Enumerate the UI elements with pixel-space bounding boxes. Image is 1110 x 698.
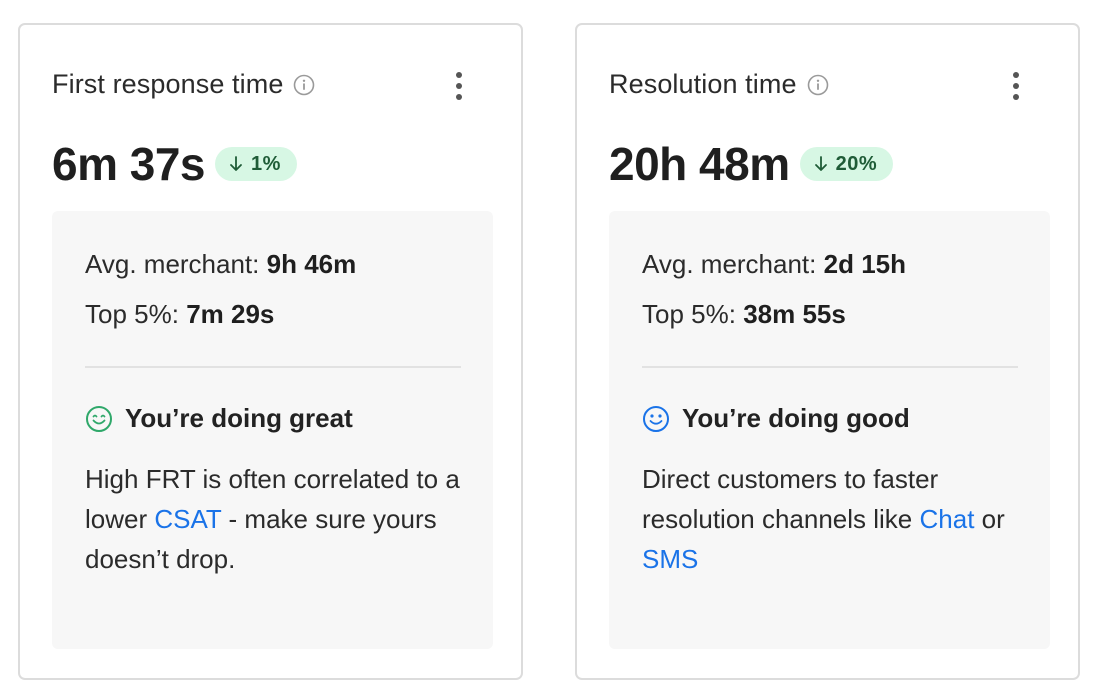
avg-merchant-label: Avg. merchant: xyxy=(85,249,260,279)
status-text: You’re doing great xyxy=(125,403,353,433)
top5-label: Top 5%: xyxy=(642,299,736,329)
arrow-down-icon xyxy=(814,156,827,171)
more-options-icon[interactable] xyxy=(1004,69,1028,103)
top5-value: 38m 55s xyxy=(743,299,846,329)
top5-value: 7m 29s xyxy=(186,299,275,329)
happy-face-icon xyxy=(86,405,112,432)
top5-label: Top 5%: xyxy=(85,299,179,329)
card-title: Resolution time xyxy=(609,69,797,99)
advice-part: Direct customers to faster resolution ch… xyxy=(642,464,939,534)
info-icon[interactable] xyxy=(293,74,315,96)
metric-row: 6m 37s 1% xyxy=(52,137,297,191)
delta-badge: 1% xyxy=(215,147,297,181)
chat-link[interactable]: Chat xyxy=(920,504,975,534)
resolution-time-card: Resolution time 20h 48m 20% Avg. merchan… xyxy=(575,23,1080,680)
avg-merchant-value: 9h 46m xyxy=(266,249,357,279)
more-options-icon[interactable] xyxy=(447,69,471,103)
card-header: Resolution time xyxy=(609,69,829,100)
card-title: First response time xyxy=(52,69,284,99)
metric-value: 6m 37s xyxy=(52,138,206,190)
top5-stat: Top 5%: 38m 55s xyxy=(642,299,846,330)
sms-link[interactable]: SMS xyxy=(642,544,698,574)
info-icon[interactable] xyxy=(807,74,829,96)
advice-text: High FRT is often correlated to a lower … xyxy=(85,459,475,579)
divider xyxy=(642,366,1018,368)
status-row: You’re doing good xyxy=(642,403,910,434)
card-header: First response time xyxy=(52,69,315,100)
metric-row: 20h 48m 20% xyxy=(609,137,894,191)
delta-value: 20% xyxy=(835,152,878,175)
status-row: You’re doing great xyxy=(85,403,353,434)
csat-link[interactable]: CSAT xyxy=(154,504,221,534)
avg-merchant-stat: Avg. merchant: 2d 15h xyxy=(642,249,906,280)
avg-merchant-label: Avg. merchant: xyxy=(642,249,817,279)
smiley-face-icon xyxy=(643,405,669,432)
delta-value: 1% xyxy=(251,152,281,175)
benchmark-panel: Avg. merchant: 9h 46m Top 5%: 7m 29s You… xyxy=(52,211,493,649)
avg-merchant-stat: Avg. merchant: 9h 46m xyxy=(85,249,356,280)
status-text: You’re doing good xyxy=(682,403,910,433)
top5-stat: Top 5%: 7m 29s xyxy=(85,299,274,330)
first-response-time-card: First response time 6m 37s 1% Avg. merch… xyxy=(18,23,523,680)
divider xyxy=(85,366,461,368)
arrow-down-icon xyxy=(230,156,242,171)
advice-text: Direct customers to faster resolution ch… xyxy=(642,459,1032,579)
advice-part: or xyxy=(974,504,1005,534)
delta-badge: 20% xyxy=(799,147,894,181)
benchmark-panel: Avg. merchant: 2d 15h Top 5%: 38m 55s Yo… xyxy=(609,211,1050,649)
avg-merchant-value: 2d 15h xyxy=(823,249,906,279)
metric-value: 20h 48m xyxy=(609,138,790,190)
